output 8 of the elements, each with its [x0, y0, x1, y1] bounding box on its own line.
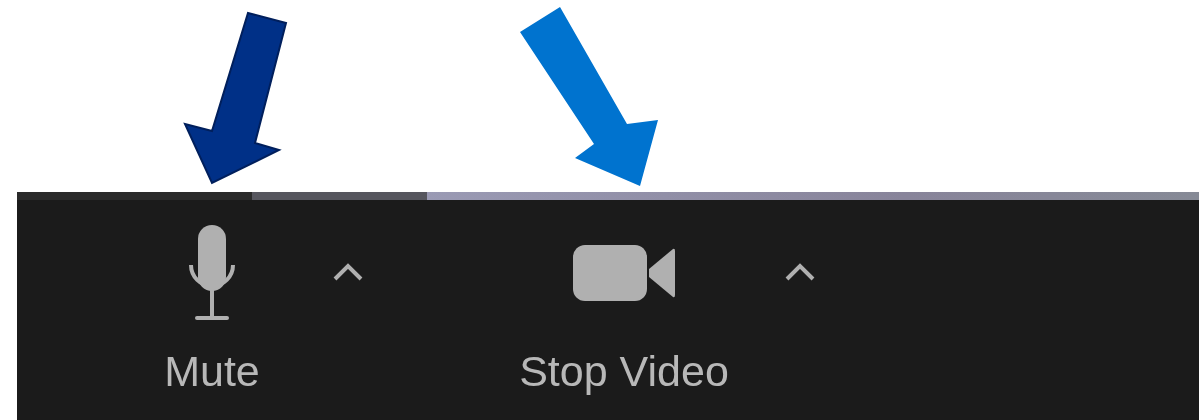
options-button[interactable] [332, 262, 364, 282]
caret-icon [784, 262, 816, 282]
microphone-icon [187, 225, 237, 321]
caret-icon [332, 262, 364, 282]
options-button[interactable] [784, 262, 816, 282]
mute-button[interactable]: Mute [132, 200, 292, 397]
video-camera-icon [573, 245, 675, 301]
video-button[interactable]: Stop Video [484, 200, 764, 397]
